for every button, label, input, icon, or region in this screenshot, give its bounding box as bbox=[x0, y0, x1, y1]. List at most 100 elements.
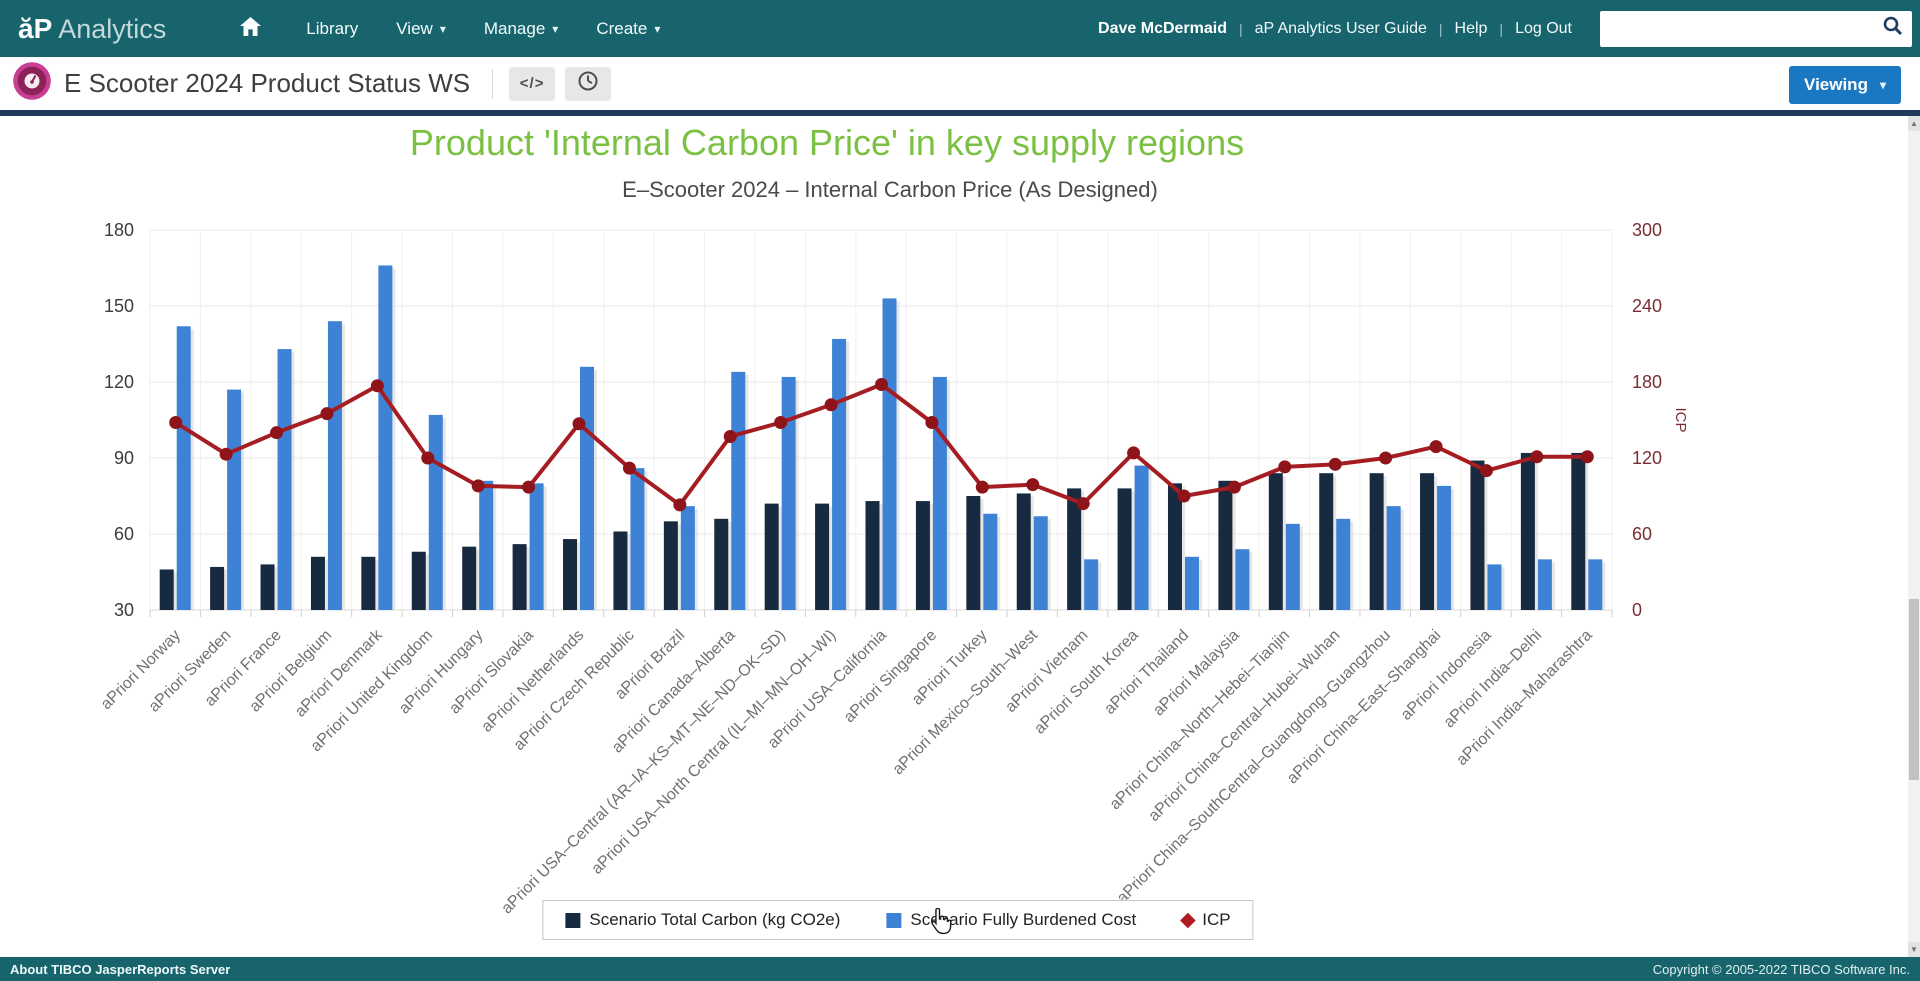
bar-burdened-cost-28[interactable] bbox=[1588, 559, 1602, 610]
icp-point-5[interactable] bbox=[421, 452, 434, 465]
icp-point-13[interactable] bbox=[825, 398, 838, 411]
bar-total-carbon-28[interactable] bbox=[1571, 453, 1585, 610]
bar-total-carbon-16[interactable] bbox=[966, 496, 980, 610]
viewing-dropdown-button[interactable]: Viewing ▾ bbox=[1789, 66, 1901, 104]
icp-point-15[interactable] bbox=[925, 416, 938, 429]
icp-point-12[interactable] bbox=[774, 416, 787, 429]
bar-burdened-cost-7[interactable] bbox=[530, 483, 544, 610]
bar-total-carbon-5[interactable] bbox=[412, 552, 426, 610]
bar-burdened-cost-12[interactable] bbox=[782, 377, 796, 610]
about-link[interactable]: About TIBCO JasperReports Server bbox=[10, 962, 230, 977]
icp-point-4[interactable] bbox=[371, 379, 384, 392]
icp-point-28[interactable] bbox=[1581, 450, 1594, 463]
bar-burdened-cost-21[interactable] bbox=[1235, 549, 1249, 610]
scrollbar-up-arrow[interactable]: ▲ bbox=[1908, 116, 1920, 131]
nav-item-view[interactable]: View ▾ bbox=[377, 9, 465, 49]
icp-point-6[interactable] bbox=[472, 479, 485, 492]
icp-point-11[interactable] bbox=[724, 430, 737, 443]
bar-total-carbon-22[interactable] bbox=[1269, 473, 1283, 610]
icp-point-8[interactable] bbox=[573, 417, 586, 430]
vertical-scrollbar[interactable]: ▲ ▼ bbox=[1908, 116, 1920, 957]
user-name[interactable]: Dave McDermaid bbox=[1098, 20, 1227, 38]
bar-total-carbon-10[interactable] bbox=[664, 521, 678, 610]
bar-total-carbon-1[interactable] bbox=[210, 567, 224, 610]
bar-burdened-cost-0[interactable] bbox=[177, 326, 191, 610]
bar-total-carbon-0[interactable] bbox=[160, 569, 174, 610]
icp-point-23[interactable] bbox=[1329, 458, 1342, 471]
bar-burdened-cost-24[interactable] bbox=[1387, 506, 1401, 610]
bar-total-carbon-14[interactable] bbox=[866, 501, 880, 610]
bar-total-carbon-26[interactable] bbox=[1470, 461, 1484, 610]
home-button[interactable] bbox=[228, 9, 273, 49]
icp-point-24[interactable] bbox=[1379, 452, 1392, 465]
icp-point-19[interactable] bbox=[1127, 446, 1140, 459]
bar-burdened-cost-18[interactable] bbox=[1084, 559, 1098, 610]
bar-burdened-cost-6[interactable] bbox=[479, 481, 493, 610]
bar-total-carbon-7[interactable] bbox=[513, 544, 527, 610]
bar-total-carbon-17[interactable] bbox=[1017, 493, 1031, 610]
bar-burdened-cost-9[interactable] bbox=[630, 468, 644, 610]
icp-point-26[interactable] bbox=[1480, 464, 1493, 477]
icp-point-22[interactable] bbox=[1278, 460, 1291, 473]
bar-total-carbon-15[interactable] bbox=[916, 501, 930, 610]
icp-point-20[interactable] bbox=[1177, 490, 1190, 503]
bar-total-carbon-8[interactable] bbox=[563, 539, 577, 610]
bar-burdened-cost-2[interactable] bbox=[278, 349, 292, 610]
legend-item-total-carbon[interactable]: Scenario Total Carbon (kg CO2e) bbox=[565, 910, 840, 930]
icp-point-10[interactable] bbox=[673, 498, 686, 511]
bar-burdened-cost-27[interactable] bbox=[1538, 559, 1552, 610]
bar-burdened-cost-25[interactable] bbox=[1437, 486, 1451, 610]
bar-total-carbon-21[interactable] bbox=[1218, 481, 1232, 610]
bar-total-carbon-23[interactable] bbox=[1319, 473, 1333, 610]
icp-point-9[interactable] bbox=[623, 462, 636, 475]
icp-point-2[interactable] bbox=[270, 426, 283, 439]
bar-total-carbon-27[interactable] bbox=[1521, 453, 1535, 610]
scrollbar-thumb[interactable] bbox=[1909, 599, 1919, 780]
bar-total-carbon-9[interactable] bbox=[613, 531, 627, 610]
bar-burdened-cost-16[interactable] bbox=[983, 514, 997, 610]
bar-burdened-cost-23[interactable] bbox=[1336, 519, 1350, 610]
bar-total-carbon-6[interactable] bbox=[462, 547, 476, 610]
bar-total-carbon-11[interactable] bbox=[714, 519, 728, 610]
bar-total-carbon-4[interactable] bbox=[361, 557, 375, 610]
bar-burdened-cost-3[interactable] bbox=[328, 321, 342, 610]
icp-point-21[interactable] bbox=[1228, 481, 1241, 494]
bar-burdened-cost-22[interactable] bbox=[1286, 524, 1300, 610]
icp-point-14[interactable] bbox=[875, 378, 888, 391]
nav-item-manage[interactable]: Manage ▾ bbox=[465, 9, 577, 49]
bar-total-carbon-13[interactable] bbox=[815, 504, 829, 610]
icp-point-25[interactable] bbox=[1430, 440, 1443, 453]
bar-burdened-cost-20[interactable] bbox=[1185, 557, 1199, 610]
bar-burdened-cost-5[interactable] bbox=[429, 415, 443, 610]
legend-item-icp[interactable]: ICP bbox=[1182, 910, 1230, 930]
bar-total-carbon-19[interactable] bbox=[1118, 488, 1132, 610]
bar-burdened-cost-15[interactable] bbox=[933, 377, 947, 610]
scrollbar-down-arrow[interactable]: ▼ bbox=[1908, 942, 1920, 957]
icp-point-18[interactable] bbox=[1077, 497, 1090, 510]
bar-burdened-cost-19[interactable] bbox=[1135, 466, 1149, 610]
nav-link-logout[interactable]: Log Out bbox=[1515, 20, 1572, 38]
icp-point-7[interactable] bbox=[522, 481, 535, 494]
search-icon[interactable] bbox=[1882, 15, 1904, 42]
icp-point-17[interactable] bbox=[1026, 478, 1039, 491]
icp-point-0[interactable] bbox=[169, 416, 182, 429]
brand-logo[interactable]: ăP Analytics bbox=[18, 13, 166, 45]
icp-point-3[interactable] bbox=[320, 407, 333, 420]
bar-total-carbon-25[interactable] bbox=[1420, 473, 1434, 610]
search-input[interactable] bbox=[1610, 14, 1882, 44]
bar-burdened-cost-26[interactable] bbox=[1487, 564, 1501, 610]
legend-item-burdened-cost[interactable]: Scenario Fully Burdened Cost bbox=[886, 910, 1136, 930]
bar-burdened-cost-4[interactable] bbox=[378, 265, 392, 610]
nav-item-library[interactable]: Library bbox=[287, 9, 377, 49]
bar-total-carbon-20[interactable] bbox=[1168, 483, 1182, 610]
bar-burdened-cost-8[interactable] bbox=[580, 367, 594, 610]
icp-point-1[interactable] bbox=[220, 448, 233, 461]
bar-burdened-cost-13[interactable] bbox=[832, 339, 846, 610]
bar-total-carbon-24[interactable] bbox=[1370, 473, 1384, 610]
bar-total-carbon-3[interactable] bbox=[311, 557, 325, 610]
icp-point-16[interactable] bbox=[976, 481, 989, 494]
bar-burdened-cost-10[interactable] bbox=[681, 506, 695, 610]
bar-burdened-cost-1[interactable] bbox=[227, 390, 241, 610]
embed-code-button[interactable]: </> bbox=[509, 67, 555, 101]
bar-total-carbon-12[interactable] bbox=[765, 504, 779, 610]
